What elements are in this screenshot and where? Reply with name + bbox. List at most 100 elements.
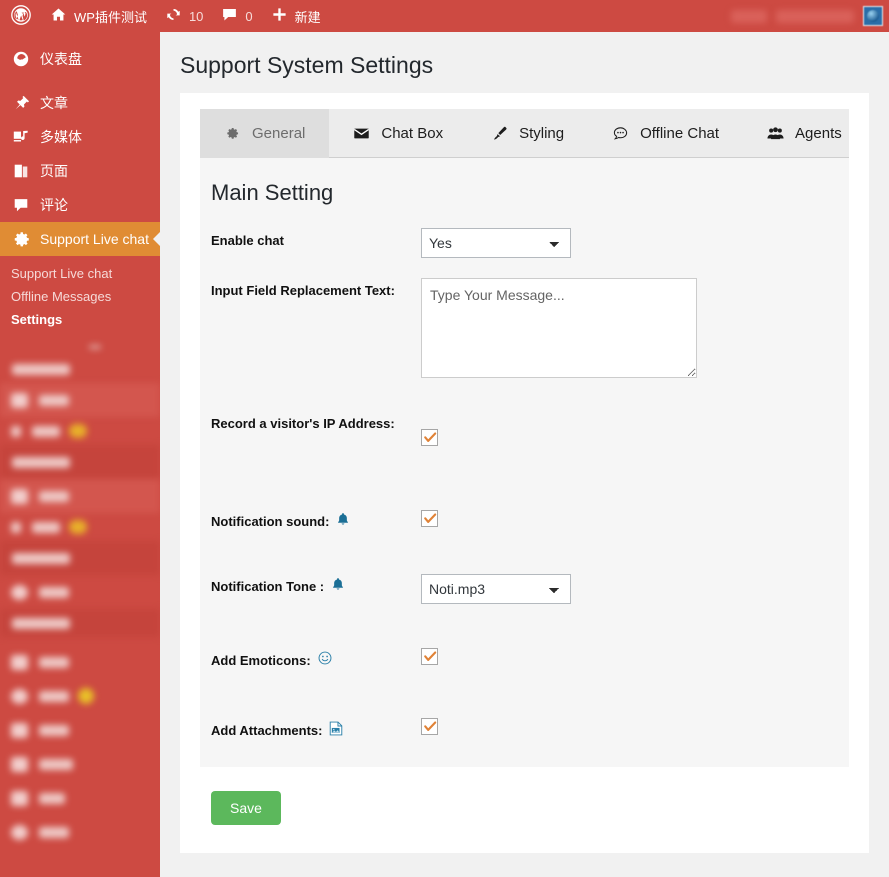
tab-label: Offline Chat — [640, 125, 720, 142]
comments-icon — [11, 195, 31, 215]
pin-icon — [11, 93, 31, 113]
media-icon — [11, 127, 31, 147]
notification-sound-label-wrap: Notification sound: — [211, 509, 421, 532]
sidebar-item-support-live-chat[interactable]: Support Live chat — [0, 222, 160, 256]
notification-sound-checkbox[interactable] — [421, 510, 438, 527]
redacted-sidebar-subitem[interactable] — [0, 609, 160, 637]
field-row-input-replacement: Input Field Replacement Text: — [200, 278, 849, 383]
redacted-admin-bar-item-2[interactable] — [776, 9, 854, 23]
enable-chat-control: Yes No — [421, 228, 571, 258]
sidebar-item-label: 评论 — [40, 197, 68, 213]
field-row-enable-chat: Enable chat Yes No — [200, 228, 849, 258]
sidebar-subitem-support-live-chat[interactable]: Support Live chat — [0, 262, 160, 285]
sidebar-item-dashboard[interactable]: 仪表盘 — [0, 42, 160, 76]
sidebar-subitem-settings[interactable]: Settings — [0, 308, 160, 331]
redacted-sidebar-item[interactable] — [0, 679, 160, 713]
notification-tone-select[interactable]: Noti.mp3 — [421, 574, 571, 604]
tab-general[interactable]: General — [200, 109, 330, 158]
redacted-sidebar-subitem[interactable] — [0, 355, 160, 383]
redacted-sidebar-subitem[interactable] — [0, 541, 160, 575]
sidebar-item-comments[interactable]: 评论 — [0, 188, 160, 222]
sidebar-submenu: Support Live chat Offline Messages Setti… — [0, 256, 160, 339]
section-heading: Main Setting — [211, 180, 334, 205]
redacted-sidebar-item[interactable] — [0, 479, 160, 513]
redacted-sidebar-item[interactable] — [0, 645, 160, 679]
tab-label: General — [252, 125, 306, 142]
smiley-icon — [318, 651, 332, 665]
sidebar-item-label: 页面 — [40, 163, 68, 179]
updates-refresh-icon — [165, 6, 182, 26]
image-attachment-icon — [329, 721, 343, 736]
record-ip-checkbox[interactable] — [421, 429, 438, 446]
sidebar-item-label: 仪表盘 — [40, 51, 82, 67]
add-emoticons-checkbox[interactable] — [421, 648, 438, 665]
redacted-sidebar-item[interactable] — [0, 575, 160, 609]
field-row-add-emoticons: Add Emoticons: — [200, 648, 849, 671]
settings-card-inner: General Chat Box Styling Offline Chat Ag… — [180, 93, 869, 825]
sidebar-item-label: 文章 — [40, 95, 68, 111]
wordpress-logo-button[interactable] — [0, 0, 41, 32]
field-row-notification-sound: Notification sound: — [200, 509, 849, 532]
field-row-notification-tone: Notification Tone : Noti.mp3 — [200, 574, 849, 604]
settings-card: General Chat Box Styling Offline Chat Ag… — [180, 93, 869, 853]
record-ip-control — [421, 411, 438, 451]
settings-tabs: General Chat Box Styling Offline Chat Ag… — [200, 109, 849, 158]
plus-icon — [271, 6, 288, 26]
tab-label: Styling — [519, 125, 565, 142]
input-replacement-textarea[interactable] — [421, 278, 697, 378]
sidebar-item-label: 多媒体 — [40, 129, 82, 145]
avatar[interactable] — [863, 6, 883, 26]
sidebar-redacted-items — [0, 339, 160, 849]
admin-bar: WP插件测试 10 0 新建 — [0, 0, 889, 32]
redacted-sidebar-subitem[interactable] — [0, 417, 160, 445]
comment-bubble-icon — [221, 6, 238, 26]
redacted-sidebar-item[interactable] — [0, 383, 160, 417]
comments-button[interactable]: 0 — [212, 0, 261, 32]
add-attachments-label: Add Attachments: — [211, 723, 323, 738]
new-content-button[interactable]: 新建 — [262, 0, 330, 32]
bell-icon — [331, 577, 345, 592]
add-attachments-checkbox[interactable] — [421, 718, 438, 735]
comments-count: 0 — [245, 8, 253, 24]
sidebar-subitem-offline-messages[interactable]: Offline Messages — [0, 285, 160, 308]
redacted-sidebar-item[interactable] — [0, 747, 160, 781]
gear-icon — [224, 125, 241, 142]
site-name-label: WP插件测试 — [74, 9, 147, 25]
updates-button[interactable]: 10 — [156, 0, 212, 32]
sidebar-item-media[interactable]: 多媒体 — [0, 120, 160, 154]
notification-sound-label: Notification sound: — [211, 514, 330, 529]
redacted-sidebar-subitem[interactable] — [0, 445, 160, 479]
redacted-admin-bar-item-1[interactable] — [731, 9, 767, 23]
field-row-add-attachments: Add Attachments: — [200, 718, 849, 741]
tab-chat-box[interactable]: Chat Box — [329, 109, 467, 158]
general-settings-panel: Main Setting Enable chat Yes No Input Fi… — [200, 158, 849, 767]
redacted-sidebar-subitem[interactable] — [0, 513, 160, 541]
field-row-record-ip: Record a visitor's IP Address: — [200, 411, 849, 451]
site-name-button[interactable]: WP插件测试 — [41, 0, 156, 32]
tab-label: Chat Box — [381, 125, 444, 142]
notification-tone-control: Noti.mp3 — [421, 574, 571, 604]
envelope-icon — [353, 125, 370, 142]
pages-icon — [11, 161, 31, 181]
sidebar-item-posts[interactable]: 文章 — [0, 86, 160, 120]
paintbrush-icon — [491, 125, 508, 142]
enable-chat-select[interactable]: Yes No — [421, 228, 571, 258]
save-button[interactable]: Save — [211, 791, 281, 825]
input-replacement-label: Input Field Replacement Text: — [211, 283, 395, 298]
sidebar-item-pages[interactable]: 页面 — [0, 154, 160, 188]
bell-icon — [336, 512, 350, 527]
input-replacement-control — [421, 278, 697, 383]
add-attachments-label-wrap: Add Attachments: — [211, 718, 421, 741]
wordpress-logo-icon — [11, 4, 31, 28]
notification-tone-label-wrap: Notification Tone : — [211, 574, 421, 597]
redacted-sidebar-item[interactable] — [0, 713, 160, 747]
tab-agents[interactable]: Agents — [743, 109, 866, 158]
users-icon — [767, 125, 784, 142]
redacted-sidebar-item[interactable] — [0, 815, 160, 849]
add-emoticons-control — [421, 648, 438, 670]
tab-offline-chat[interactable]: Offline Chat — [588, 109, 743, 158]
tab-styling[interactable]: Styling — [467, 109, 588, 158]
record-ip-label: Record a visitor's IP Address: — [211, 416, 395, 431]
new-content-label: 新建 — [294, 9, 321, 25]
redacted-sidebar-item[interactable] — [0, 781, 160, 815]
